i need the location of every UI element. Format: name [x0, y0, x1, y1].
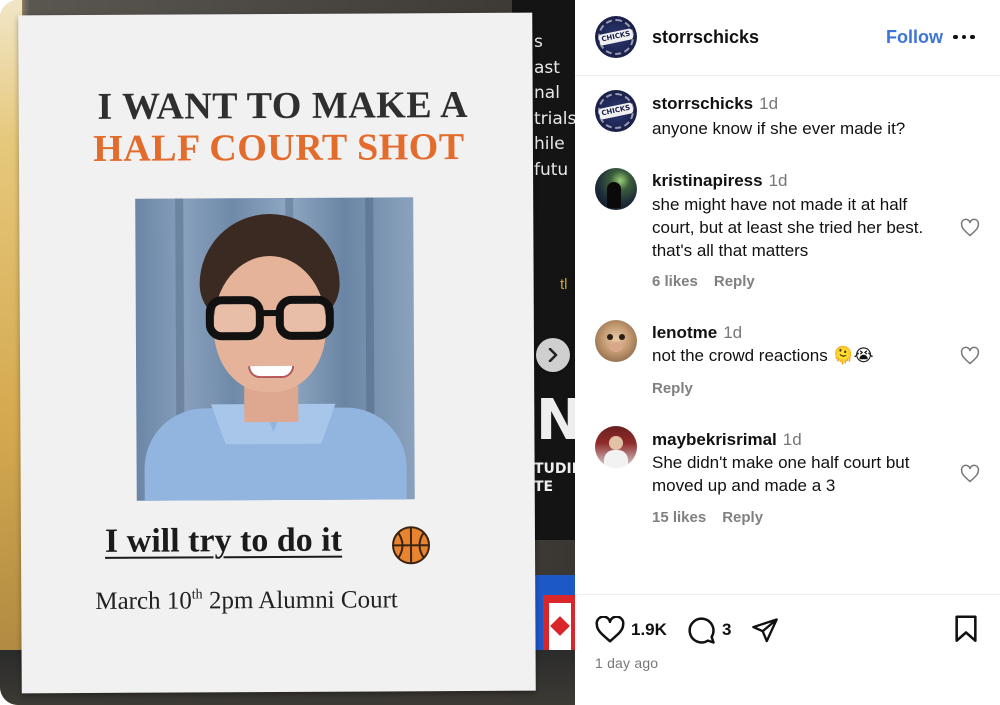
more-icon — [953, 34, 958, 40]
bookmark-icon[interactable] — [954, 615, 978, 643]
comment-meta: 15 likes Reply — [652, 509, 763, 526]
caption-avatar[interactable]: CHICKS — [595, 90, 637, 132]
reply-button[interactable]: Reply — [722, 509, 763, 526]
commenter-avatar[interactable] — [595, 168, 637, 210]
comment-likes[interactable]: 15 likes — [652, 509, 706, 526]
comment-meta: 6 likes Reply — [652, 273, 755, 290]
caption-username[interactable]: storrschicks 1d — [652, 94, 778, 114]
background-poster-th: tl — [560, 276, 568, 293]
comment-icon — [688, 617, 715, 644]
post-header: CHICKS storrschicks Follow — [575, 0, 1000, 76]
flyer-headline-line2: HALF COURT SHOT — [93, 126, 465, 170]
commenter-username[interactable]: lenotme 1d — [652, 323, 742, 343]
comment-text: She didn't make one half court but moved… — [652, 453, 910, 495]
follow-button[interactable]: Follow — [886, 27, 943, 48]
post-actions: 1.9K 3 1 day ago — [575, 594, 1000, 705]
flyer-event-time: March 10th 2pm Alumni Court — [95, 586, 398, 615]
commenter-avatar[interactable] — [595, 426, 637, 468]
author-avatar[interactable]: CHICKS — [595, 16, 637, 58]
reply-button[interactable]: Reply — [714, 273, 755, 290]
caption-text: anyone know if she ever made it? — [652, 119, 906, 138]
reply-button[interactable]: Reply — [652, 380, 693, 397]
like-button[interactable]: 1.9K — [595, 616, 667, 643]
instagram-post-view: s ast nal trials hile futu tl N TUDIE TE… — [0, 0, 1000, 705]
commenter-avatar[interactable] — [595, 320, 637, 362]
comment-text: not the crowd reactions 🫠😭 — [652, 346, 874, 365]
glasses — [205, 295, 336, 341]
flyer-headline-line1: I WANT TO MAKE A — [97, 83, 469, 128]
heart-icon[interactable] — [960, 464, 980, 484]
like-count: 1.9K — [631, 620, 667, 639]
comment-meta: Reply — [652, 380, 693, 397]
comment-likes[interactable]: 6 likes — [652, 273, 698, 290]
posted-time: 1 day ago — [595, 655, 659, 671]
flyer: I WANT TO MAKE A HALF COURT SHOT I will … — [18, 12, 536, 694]
more-options-button[interactable] — [953, 29, 979, 45]
author-username[interactable]: storrschicks — [652, 27, 759, 48]
next-image-button[interactable] — [536, 338, 570, 372]
comment-text: she might have not made it at half court… — [652, 195, 924, 260]
post-side-panel: CHICKS storrschicks Follow CHICKS storrs… — [575, 0, 1000, 705]
commenter-username[interactable]: kristinapiress 1d — [652, 171, 787, 191]
heart-icon — [595, 616, 625, 643]
background-poster-text: s ast nal trials hile futu — [534, 32, 575, 180]
basketball-icon — [392, 526, 431, 565]
flyer-subline: I will try to do it — [104, 521, 343, 560]
comment-button[interactable]: 3 — [686, 617, 732, 644]
comment-count: 3 — [722, 620, 732, 639]
heart-icon[interactable] — [960, 346, 980, 366]
share-icon — [752, 618, 778, 643]
background-poster-small: TUDIE TE — [534, 461, 575, 495]
post-photo[interactable]: s ast nal trials hile futu tl N TUDIE TE… — [0, 0, 575, 705]
flyer-portrait — [135, 197, 415, 501]
chevron-right-icon — [548, 348, 558, 362]
share-button[interactable] — [750, 617, 780, 643]
background-poster-big: N — [536, 388, 575, 453]
commenter-username[interactable]: maybekrisrimal 1d — [652, 430, 802, 450]
heart-icon[interactable] — [960, 218, 980, 238]
